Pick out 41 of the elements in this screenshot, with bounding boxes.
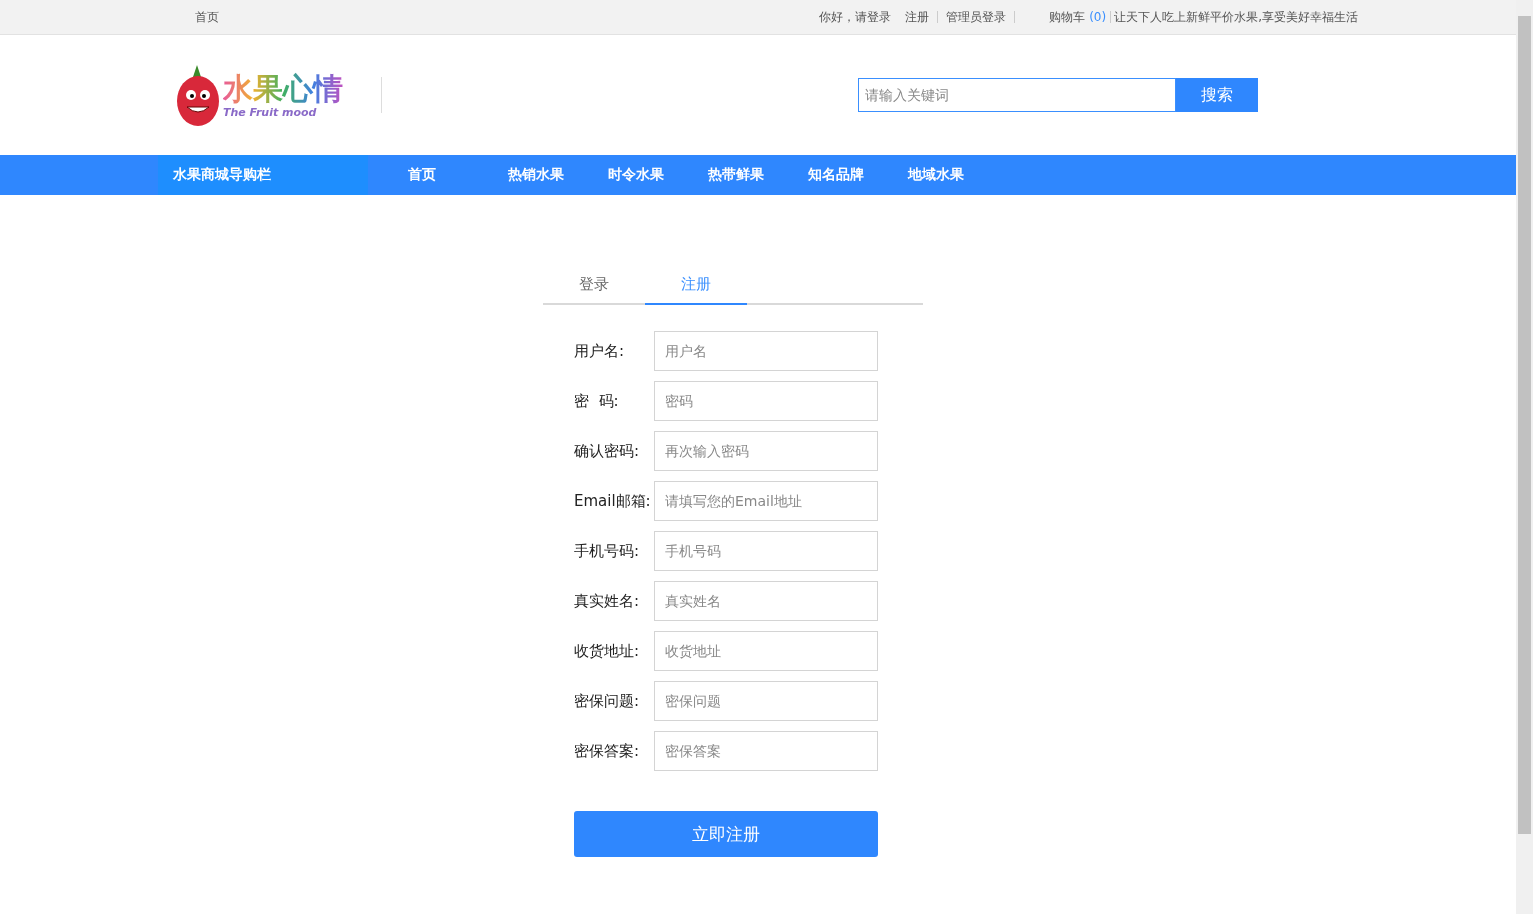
search-button[interactable]: 搜索	[1176, 78, 1258, 112]
input-field[interactable]: 用户名	[654, 331, 878, 371]
field-label: 确认密码:	[574, 441, 641, 461]
cart-link[interactable]: 购物车	[1049, 8, 1086, 26]
slogan-text: 让天下人吃上新鲜平价水果,享受美好幸福生活	[1114, 8, 1358, 26]
input-field[interactable]: 再次输入密码	[654, 431, 878, 471]
field-label: 用户名:	[574, 341, 626, 361]
nav-link[interactable]: 热带鲜果	[708, 166, 808, 184]
field-label: 真实姓名:	[574, 591, 641, 611]
field-label: 密 码:	[574, 391, 620, 411]
form-tab[interactable]: 登录	[543, 265, 645, 305]
search-field[interactable]: 请输入关键词	[858, 78, 1176, 112]
input-field[interactable]: 密保问题	[654, 681, 878, 721]
home-link[interactable]: 首页	[195, 8, 219, 26]
input-field[interactable]: 密码	[654, 381, 878, 421]
field-label: 密保答案:	[574, 741, 641, 761]
raspberry-icon	[175, 63, 221, 127]
nav-link[interactable]: 首页	[408, 166, 508, 184]
scrollbar[interactable]	[1516, 0, 1533, 914]
field-label: 手机号码:	[574, 541, 641, 561]
input-field[interactable]: 手机号码	[654, 531, 878, 571]
nav-link[interactable]: 热销水果	[508, 166, 608, 184]
logo-title: 水果心情	[223, 71, 343, 106]
nav-link[interactable]: 知名品牌	[808, 166, 908, 184]
logo-subtitle: The Fruit mood	[223, 105, 318, 119]
input-field[interactable]: 请填写您的Email地址	[654, 481, 878, 521]
input-field[interactable]: 收货地址	[654, 631, 878, 671]
category-title: 水果商城导购栏	[158, 155, 368, 195]
input-field[interactable]: 真实姓名	[654, 581, 878, 621]
cart-count: (0)	[1089, 10, 1107, 24]
form-tab[interactable]: 注册	[645, 265, 747, 305]
nav-link[interactable]: 地域水果	[908, 166, 1008, 184]
register-button[interactable]: 立即注册	[574, 811, 878, 857]
top-link[interactable]: 管理员登录	[946, 8, 1007, 26]
input-field[interactable]: 密保答案	[654, 731, 878, 771]
field-label: Email邮箱:	[574, 491, 652, 511]
field-label: 密保问题:	[574, 691, 641, 711]
top-link[interactable]: 注册	[905, 8, 930, 26]
field-label: 收货地址:	[574, 641, 641, 661]
nav-link[interactable]: 时令水果	[608, 166, 708, 184]
login-link[interactable]: 你好，请登录	[819, 8, 892, 26]
